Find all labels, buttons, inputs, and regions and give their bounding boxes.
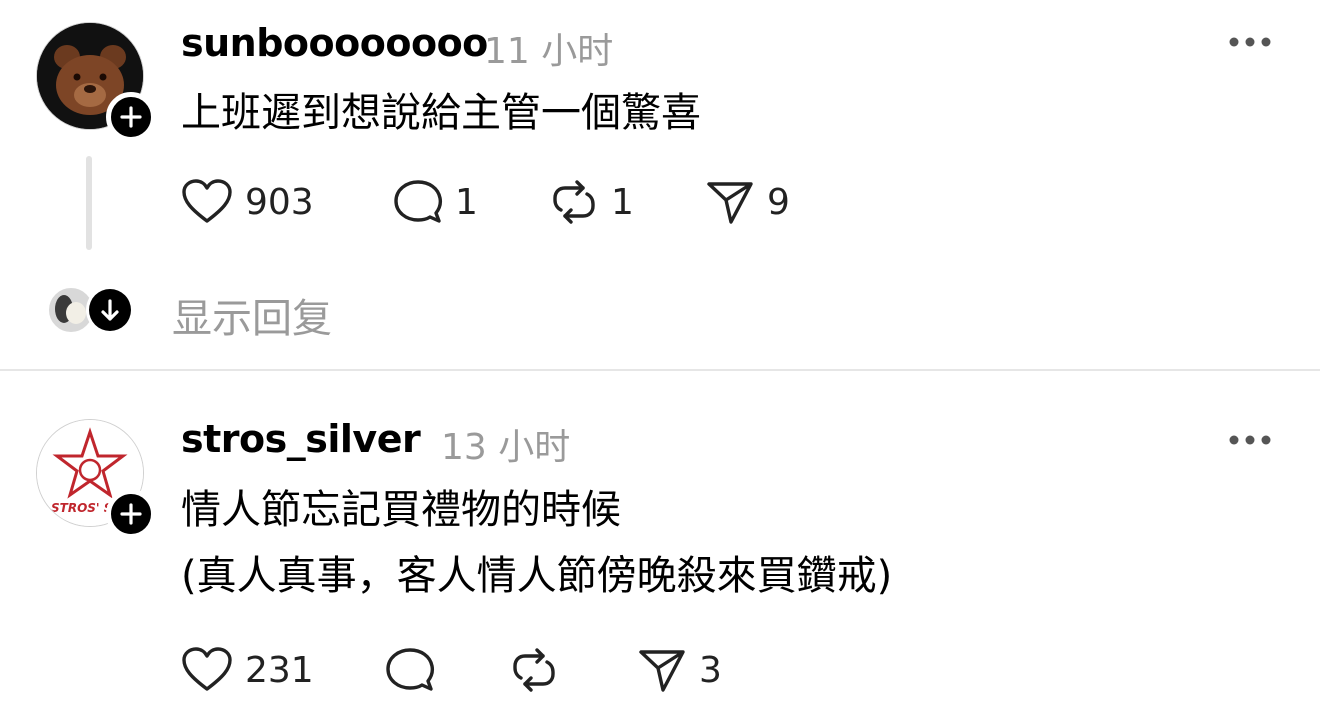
share-button[interactable]: 3 [637,645,722,695]
share-count: 9 [767,181,790,223]
send-icon [707,182,753,224]
like-button[interactable]: 231 [181,645,314,695]
post-text-line: 情人節忘記買禮物的時候 [181,487,621,533]
send-icon [639,650,685,692]
share-count: 3 [699,649,722,691]
more-options-icon[interactable] [1228,34,1272,50]
post-text-line: 上班遲到想說給主管一個驚喜 [181,90,701,136]
post-time: 11 小时 [484,31,614,72]
comment-icon [394,180,443,223]
comment-button[interactable] [385,645,447,695]
post-actions: 231 3 [181,645,781,695]
reply-avatars[interactable] [46,285,136,335]
heart-icon [182,179,232,223]
plus-icon [120,503,142,525]
author-avatar[interactable] [36,22,156,142]
post-text: 情人節忘記買禮物的時候 (真人真事，客人情人節傍晚殺來買鑽戒) [181,477,892,609]
repost-count: 1 [611,181,634,223]
username[interactable]: sunboooooooo [181,21,488,65]
like-count: 903 [245,181,314,223]
post-actions: 903 1 1 9 [181,177,881,227]
post-time: 13 小时 [441,427,571,468]
plus-icon [120,106,142,128]
comment-button[interactable]: 1 [393,177,478,227]
show-replies-link[interactable]: 显示回复 [172,286,332,344]
heart-icon [182,647,232,691]
repost-icon [553,180,595,224]
author-avatar[interactable]: STROS' S [36,419,156,539]
comment-icon [386,648,435,691]
share-button[interactable]: 9 [705,177,790,227]
repost-icon [513,648,555,692]
more-options-icon[interactable] [1228,432,1272,448]
repost-button[interactable]: 1 [549,177,634,227]
logo-text: STROS' S [51,501,112,515]
post-1: sunboooooooo 11 小时 上班遲到想說給主管一個驚喜 903 1 1… [0,0,1320,369]
follow-plus-button[interactable] [106,92,156,142]
reply-avatar-icon [47,286,134,334]
username[interactable]: stros_silver [181,417,421,461]
repost-button[interactable] [509,645,571,695]
post-text: 上班遲到想說給主管一個驚喜 [181,80,701,146]
post-2: STROS' S stros_silver 13 小时 情人節忘記買禮物的時候 … [0,371,1320,714]
post-text-line: (真人真事，客人情人節傍晚殺來買鑽戒) [181,553,893,599]
follow-plus-button[interactable] [106,489,156,539]
arrow-down-icon [101,299,119,321]
like-button[interactable]: 903 [181,177,314,227]
thread-line [86,156,92,250]
comment-count: 1 [455,181,478,223]
like-count: 231 [245,649,314,691]
